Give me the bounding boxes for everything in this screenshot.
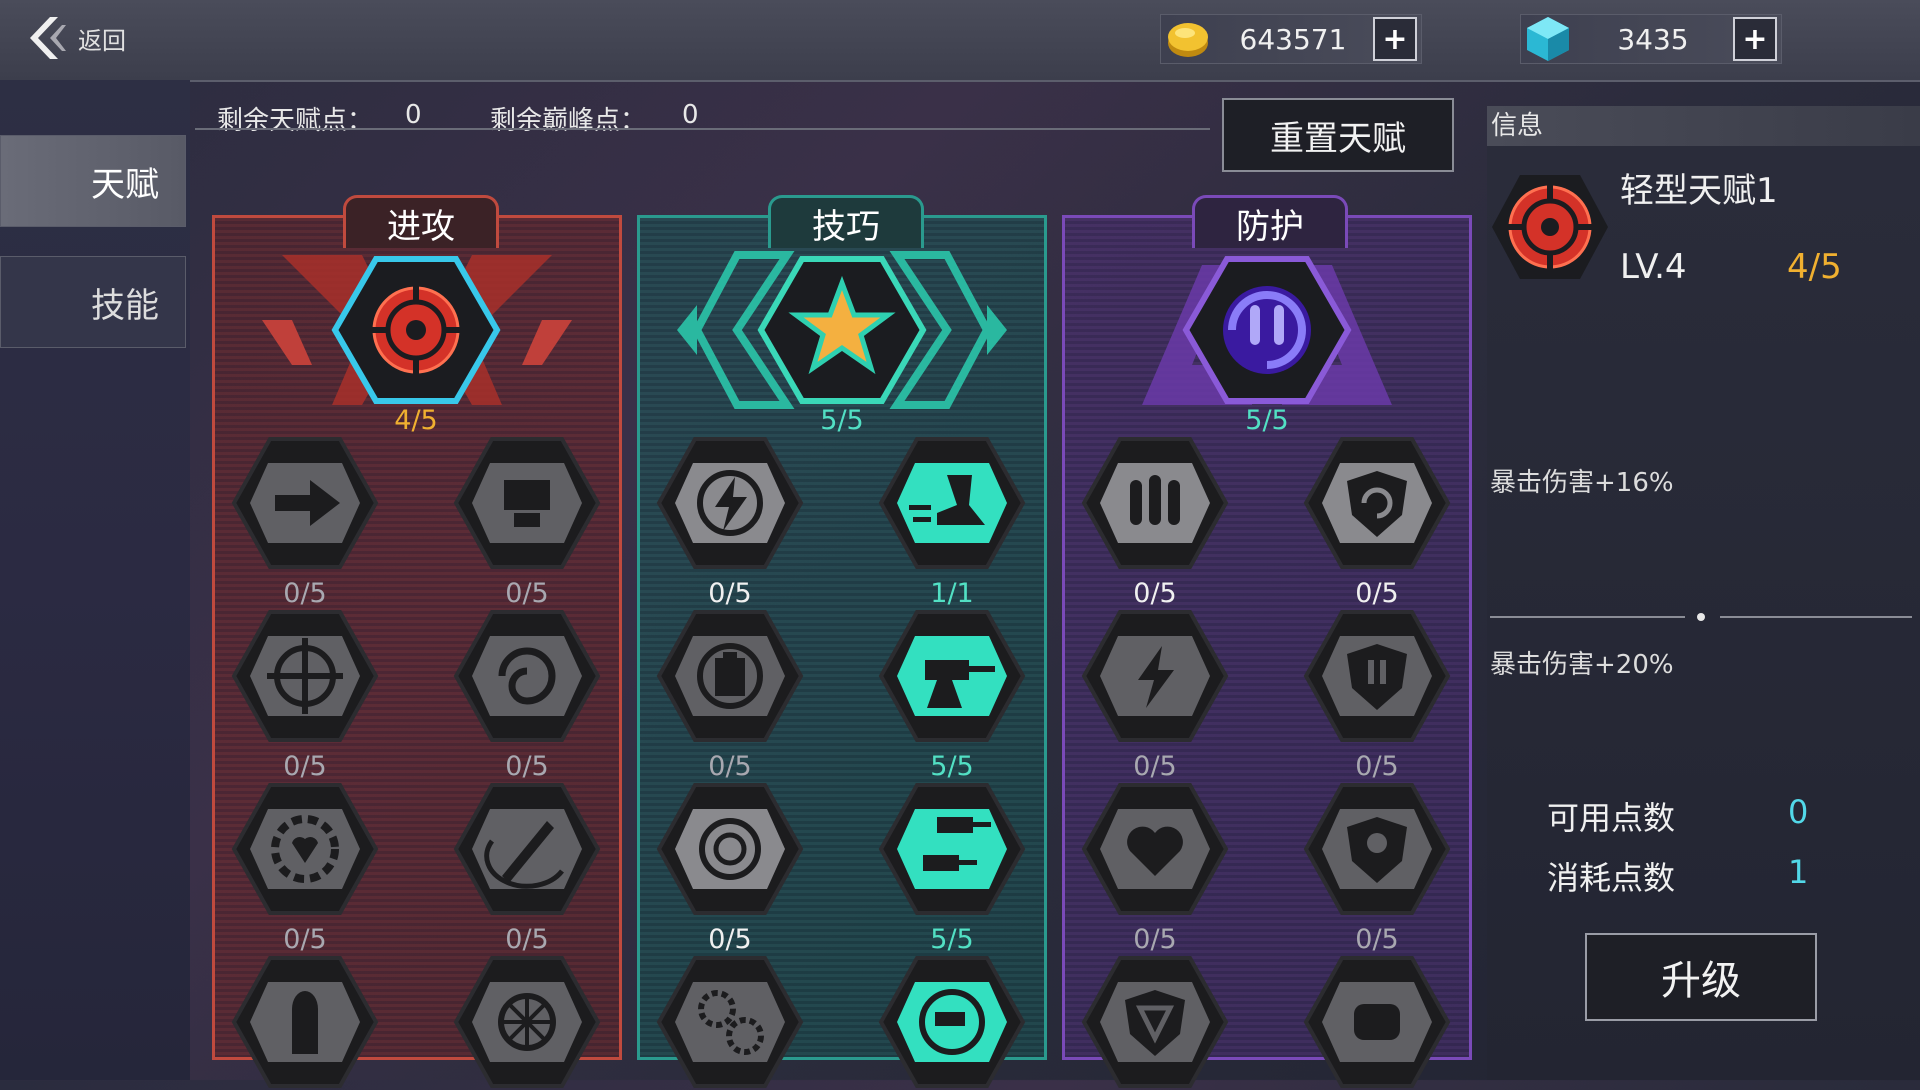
skill-column-title: 技巧 <box>768 195 924 248</box>
double-turret-icon[interactable] <box>877 781 1027 917</box>
selected-talent-icon <box>1490 172 1610 282</box>
vault-icon[interactable] <box>655 781 805 917</box>
bullet-icon[interactable] <box>230 954 380 1090</box>
talent-count: 0/5 <box>708 751 752 782</box>
talent-count: 5/5 <box>930 924 974 955</box>
talent-count: 0/5 <box>708 578 752 609</box>
talent-count: 0/5 <box>283 924 327 955</box>
heart-cross-icon[interactable] <box>1080 781 1230 917</box>
talent-progress: 4/5 <box>1787 247 1842 287</box>
lightning-cycle-icon[interactable] <box>655 435 805 571</box>
shield-skull-icon[interactable] <box>1302 781 1452 917</box>
chevron-left-icon <box>30 17 66 59</box>
next-effect: 暴击伤害+20% <box>1490 650 1674 680</box>
peak-points-value: 0 <box>682 100 699 130</box>
gold-value: 643571 <box>1239 22 1347 56</box>
available-points-value: 0 <box>1788 793 1809 831</box>
crosshair-icon[interactable] <box>230 608 380 744</box>
tab-skill[interactable]: 技能 <box>0 256 186 348</box>
talent-points-value: 0 <box>405 100 422 130</box>
talent-count: 0/5 <box>1355 578 1399 609</box>
gem-value: 3435 <box>1617 22 1689 56</box>
defense-column-title: 防护 <box>1192 195 1348 248</box>
gears-icon[interactable] <box>655 954 805 1090</box>
talent-name: 轻型天赋1 <box>1620 171 1778 211</box>
talent-points-label: 剩余天赋点： <box>217 106 374 136</box>
talent-count: 0/5 <box>1133 578 1177 609</box>
add-gold-button[interactable]: + <box>1373 17 1417 61</box>
peak-points-label: 剩余巅峰点： <box>490 106 647 136</box>
talent-count: 0/5 <box>505 578 549 609</box>
add-gem-button[interactable]: + <box>1733 17 1777 61</box>
talent-level: LV.4 <box>1620 247 1687 287</box>
skill-top-count: 5/5 <box>820 405 864 436</box>
star-icon[interactable] <box>757 255 927 405</box>
upgrade-button[interactable]: 升级 <box>1585 933 1817 1021</box>
back-button[interactable]: 返回 <box>20 8 160 68</box>
fist-icon[interactable] <box>1302 954 1452 1090</box>
reset-talent-button[interactable]: 重置天赋 <box>1222 98 1454 172</box>
talent-count: 1/1 <box>930 578 974 609</box>
missiles-icon[interactable] <box>1080 435 1230 571</box>
shield-swirl-icon[interactable] <box>1302 435 1452 571</box>
divider-dot <box>1697 613 1705 621</box>
talent-count: 0/5 <box>283 578 327 609</box>
skull-icon[interactable] <box>452 435 602 571</box>
sword-slash-icon[interactable] <box>452 781 602 917</box>
tab-talent[interactable]: 天赋 <box>0 135 186 227</box>
shield-v-icon[interactable] <box>1080 954 1230 1090</box>
battery-cycle-icon[interactable] <box>655 608 805 744</box>
talent-count: 0/5 <box>1133 751 1177 782</box>
talent-count: 0/5 <box>505 924 549 955</box>
swirl-icon[interactable] <box>452 608 602 744</box>
talent-count: 0/5 <box>505 751 549 782</box>
attack-column-title: 进攻 <box>343 195 499 248</box>
available-points-label: 可用点数 <box>1547 799 1676 837</box>
turret-icon[interactable] <box>877 608 1027 744</box>
lightning-arrows-icon[interactable] <box>1080 608 1230 744</box>
sidebar <box>0 80 190 1080</box>
divider-left <box>1490 616 1685 618</box>
gold-coin-icon <box>1168 23 1208 57</box>
back-label: 返回 <box>78 26 126 55</box>
gold-display: 643571 + <box>1160 14 1422 64</box>
cost-points-value: 1 <box>1788 853 1809 891</box>
defense-top-count: 5/5 <box>1245 405 1289 436</box>
talent-count: 5/5 <box>930 751 974 782</box>
missile-cycle-icon[interactable] <box>1182 255 1352 405</box>
talent-count: 0/5 <box>1355 751 1399 782</box>
shield-missile-icon[interactable] <box>1302 608 1452 744</box>
attack-top-count: 4/5 <box>394 405 438 436</box>
divider-right <box>1720 616 1912 618</box>
arrow-dash-icon[interactable] <box>230 435 380 571</box>
talent-count: 0/5 <box>1133 924 1177 955</box>
talent-count: 0/5 <box>708 924 752 955</box>
talent-count: 0/5 <box>1355 924 1399 955</box>
crosshair-target-icon[interactable] <box>331 255 501 405</box>
info-title: 信息 <box>1487 106 1920 146</box>
header-divider <box>195 128 1210 130</box>
gem-display: 3435 + <box>1520 14 1782 64</box>
gem-icon <box>1527 17 1569 61</box>
cost-points-label: 消耗点数 <box>1547 859 1676 897</box>
current-effect: 暴击伤害+16% <box>1490 468 1674 498</box>
wheel-icon[interactable] <box>452 954 602 1090</box>
turret-cycle-icon[interactable] <box>877 954 1027 1090</box>
gear-heart-icon[interactable] <box>230 781 380 917</box>
talent-count: 0/5 <box>283 751 327 782</box>
boot-dash-icon[interactable] <box>877 435 1027 571</box>
